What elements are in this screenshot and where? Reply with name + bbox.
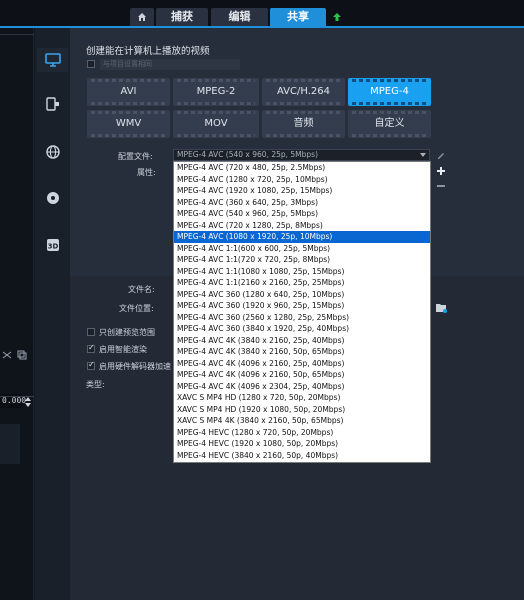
upload-arrow-icon: [333, 13, 341, 21]
format-label: AVI: [120, 86, 137, 97]
page-title: 创建能在计算机上播放的视频: [86, 46, 210, 57]
device-icon[interactable]: [43, 94, 63, 114]
spinner-icon[interactable]: [24, 396, 32, 408]
globe-icon[interactable]: [43, 142, 63, 162]
format-label: WMV: [115, 118, 142, 129]
filename-label: 文件名:: [128, 285, 155, 294]
format-avc-button[interactable]: AVC/H.264: [262, 78, 345, 106]
profile-option[interactable]: MPEG-4 HEVC (3840 x 2160, 50p, 40Mbps): [174, 450, 430, 462]
profile-option[interactable]: MPEG-4 HEVC (1280 x 720, 50p, 20Mbps): [174, 427, 430, 439]
profile-option[interactable]: MPEG-4 AVC 4K (4096 x 2160, 50p, 65Mbps): [174, 369, 430, 381]
profile-option[interactable]: MPEG-4 AVC 4K (4096 x 2304, 25p, 40Mbps): [174, 381, 430, 393]
profile-option[interactable]: MPEG-4 AVC 360 (2560 x 1280, 25p, 25Mbps…: [174, 312, 430, 324]
format-label: AVC/H.264: [276, 86, 330, 97]
profile-option[interactable]: MPEG-4 AVC (720 x 480, 25p, 2.5Mbps): [174, 162, 430, 174]
type-label: 类型:: [86, 380, 105, 389]
tab-share[interactable]: 共享: [270, 8, 326, 26]
format-mov-button[interactable]: MOV: [173, 110, 259, 138]
format-audio-button[interactable]: 音频: [262, 110, 345, 138]
disc-icon[interactable]: [43, 188, 63, 208]
smart-render-label: 启用智能渲染: [99, 345, 147, 354]
profile-dropdown[interactable]: MPEG-4 AVC (540 x 960, 25p, 5Mbps): [173, 149, 430, 161]
tab-capture[interactable]: 捕获: [156, 8, 208, 26]
profile-option[interactable]: MPEG-4 HEVC (1920 x 1080, 50p, 20Mbps): [174, 438, 430, 450]
profile-option[interactable]: MPEG-4 AVC (1920 x 1080, 25p, 15Mbps): [174, 185, 430, 197]
track-header: [0, 424, 20, 464]
hw-accel-label: 启用硬件解码器加速: [99, 362, 171, 371]
profile-option[interactable]: MPEG-4 AVC 4K (3840 x 2160, 25p, 40Mbps): [174, 335, 430, 347]
profile-option[interactable]: MPEG-4 AVC (540 x 960, 25p, 5Mbps): [174, 208, 430, 220]
edit-icon[interactable]: [436, 150, 446, 160]
format-label: MPEG-2: [196, 86, 236, 97]
3d-icon[interactable]: 3D: [43, 235, 63, 255]
top-bar: 捕获 编辑 共享: [0, 0, 524, 28]
profile-option[interactable]: MPEG-4 AVC 360 (3840 x 1920, 25p, 40Mbps…: [174, 323, 430, 335]
profile-option[interactable]: MPEG-4 AVC (1080 x 1920, 25p, 10Mbps): [174, 231, 430, 243]
profile-label: 配置文件:: [118, 152, 153, 161]
profile-dropdown-value: MPEG-4 AVC (540 x 960, 25p, 5Mbps): [177, 150, 319, 159]
profile-option[interactable]: MPEG-4 AVC 360 (1280 x 640, 25p, 10Mbps): [174, 289, 430, 301]
chevron-down-icon: [420, 153, 426, 157]
format-custom-button[interactable]: 自定义: [348, 110, 431, 138]
svg-text:3D: 3D: [48, 243, 59, 251]
divider: [0, 34, 34, 35]
hw-accel-checkbox[interactable]: [87, 360, 95, 370]
profile-option[interactable]: MPEG-4 AVC 1:1(600 x 600, 25p, 5Mbps): [174, 243, 430, 255]
profile-option[interactable]: XAVC S MP4 HD (1920 x 1080, 50p, 20Mbps): [174, 404, 430, 416]
profile-option[interactable]: MPEG-4 AVC 4K (4096 x 2160, 25p, 40Mbps): [174, 358, 430, 370]
profile-option[interactable]: MPEG-4 AVC 1:1(720 x 720, 25p, 8Mbps): [174, 254, 430, 266]
folder-icon[interactable]: [435, 302, 447, 313]
copy-icon[interactable]: [17, 350, 27, 360]
timeline-strip: 0.000: [0, 28, 34, 600]
home-icon: [138, 13, 146, 21]
tab-home[interactable]: [130, 8, 154, 26]
format-avi-button[interactable]: AVI: [87, 78, 170, 106]
minus-icon[interactable]: [436, 183, 446, 189]
properties-label: 属性:: [137, 168, 156, 177]
format-label: MPEG-4: [370, 86, 409, 97]
location-label: 文件位置:: [119, 304, 154, 313]
format-wmv-button[interactable]: WMV: [87, 110, 170, 138]
monitor-icon[interactable]: [43, 50, 63, 70]
match-project-select[interactable]: 与项目设置相同: [100, 59, 240, 70]
plus-icon[interactable]: [436, 166, 446, 176]
profile-option[interactable]: MPEG-4 AVC 360 (1920 x 960, 25p, 15Mbps): [174, 300, 430, 312]
format-mpeg2-button[interactable]: MPEG-2: [173, 78, 259, 106]
match-project-checkbox[interactable]: [87, 60, 95, 68]
profile-option[interactable]: MPEG-4 AVC 1:1(2160 x 2160, 25p, 25Mbps): [174, 277, 430, 289]
format-label: 音频: [293, 118, 314, 129]
format-label: 自定义: [374, 118, 405, 129]
profile-option[interactable]: XAVC S MP4 4K (3840 x 2160, 50p, 65Mbps): [174, 415, 430, 427]
profile-option[interactable]: XAVC S MP4 HD (1280 x 720, 50p, 20Mbps): [174, 392, 430, 404]
share-category-column: 3D: [35, 28, 70, 600]
preview-only-label: 只创建预览范围: [99, 328, 155, 337]
profile-option[interactable]: MPEG-4 AVC (720 x 1280, 25p, 8Mbps): [174, 220, 430, 232]
profile-option[interactable]: MPEG-4 AVC 4K (3840 x 2160, 50p, 65Mbps): [174, 346, 430, 358]
profile-list[interactable]: MPEG-4 AVC (720 x 480, 25p, 2.5Mbps) MPEG…: [173, 161, 431, 463]
profile-option[interactable]: MPEG-4 AVC (1280 x 720, 25p, 10Mbps): [174, 174, 430, 186]
tab-edit[interactable]: 编辑: [211, 8, 268, 26]
upload-button[interactable]: [328, 8, 346, 26]
format-label: MOV: [204, 118, 228, 129]
format-mpeg4-button[interactable]: MPEG-4: [348, 78, 431, 106]
preview-only-checkbox[interactable]: [87, 328, 95, 336]
split-icon[interactable]: [2, 350, 12, 360]
smart-render-checkbox[interactable]: [87, 343, 95, 353]
profile-option[interactable]: MPEG-4 AVC (360 x 640, 25p, 3Mbps): [174, 197, 430, 209]
profile-option[interactable]: MPEG-4 AVC 1:1(1080 x 1080, 25p, 15Mbps): [174, 266, 430, 278]
divider: [0, 396, 34, 397]
